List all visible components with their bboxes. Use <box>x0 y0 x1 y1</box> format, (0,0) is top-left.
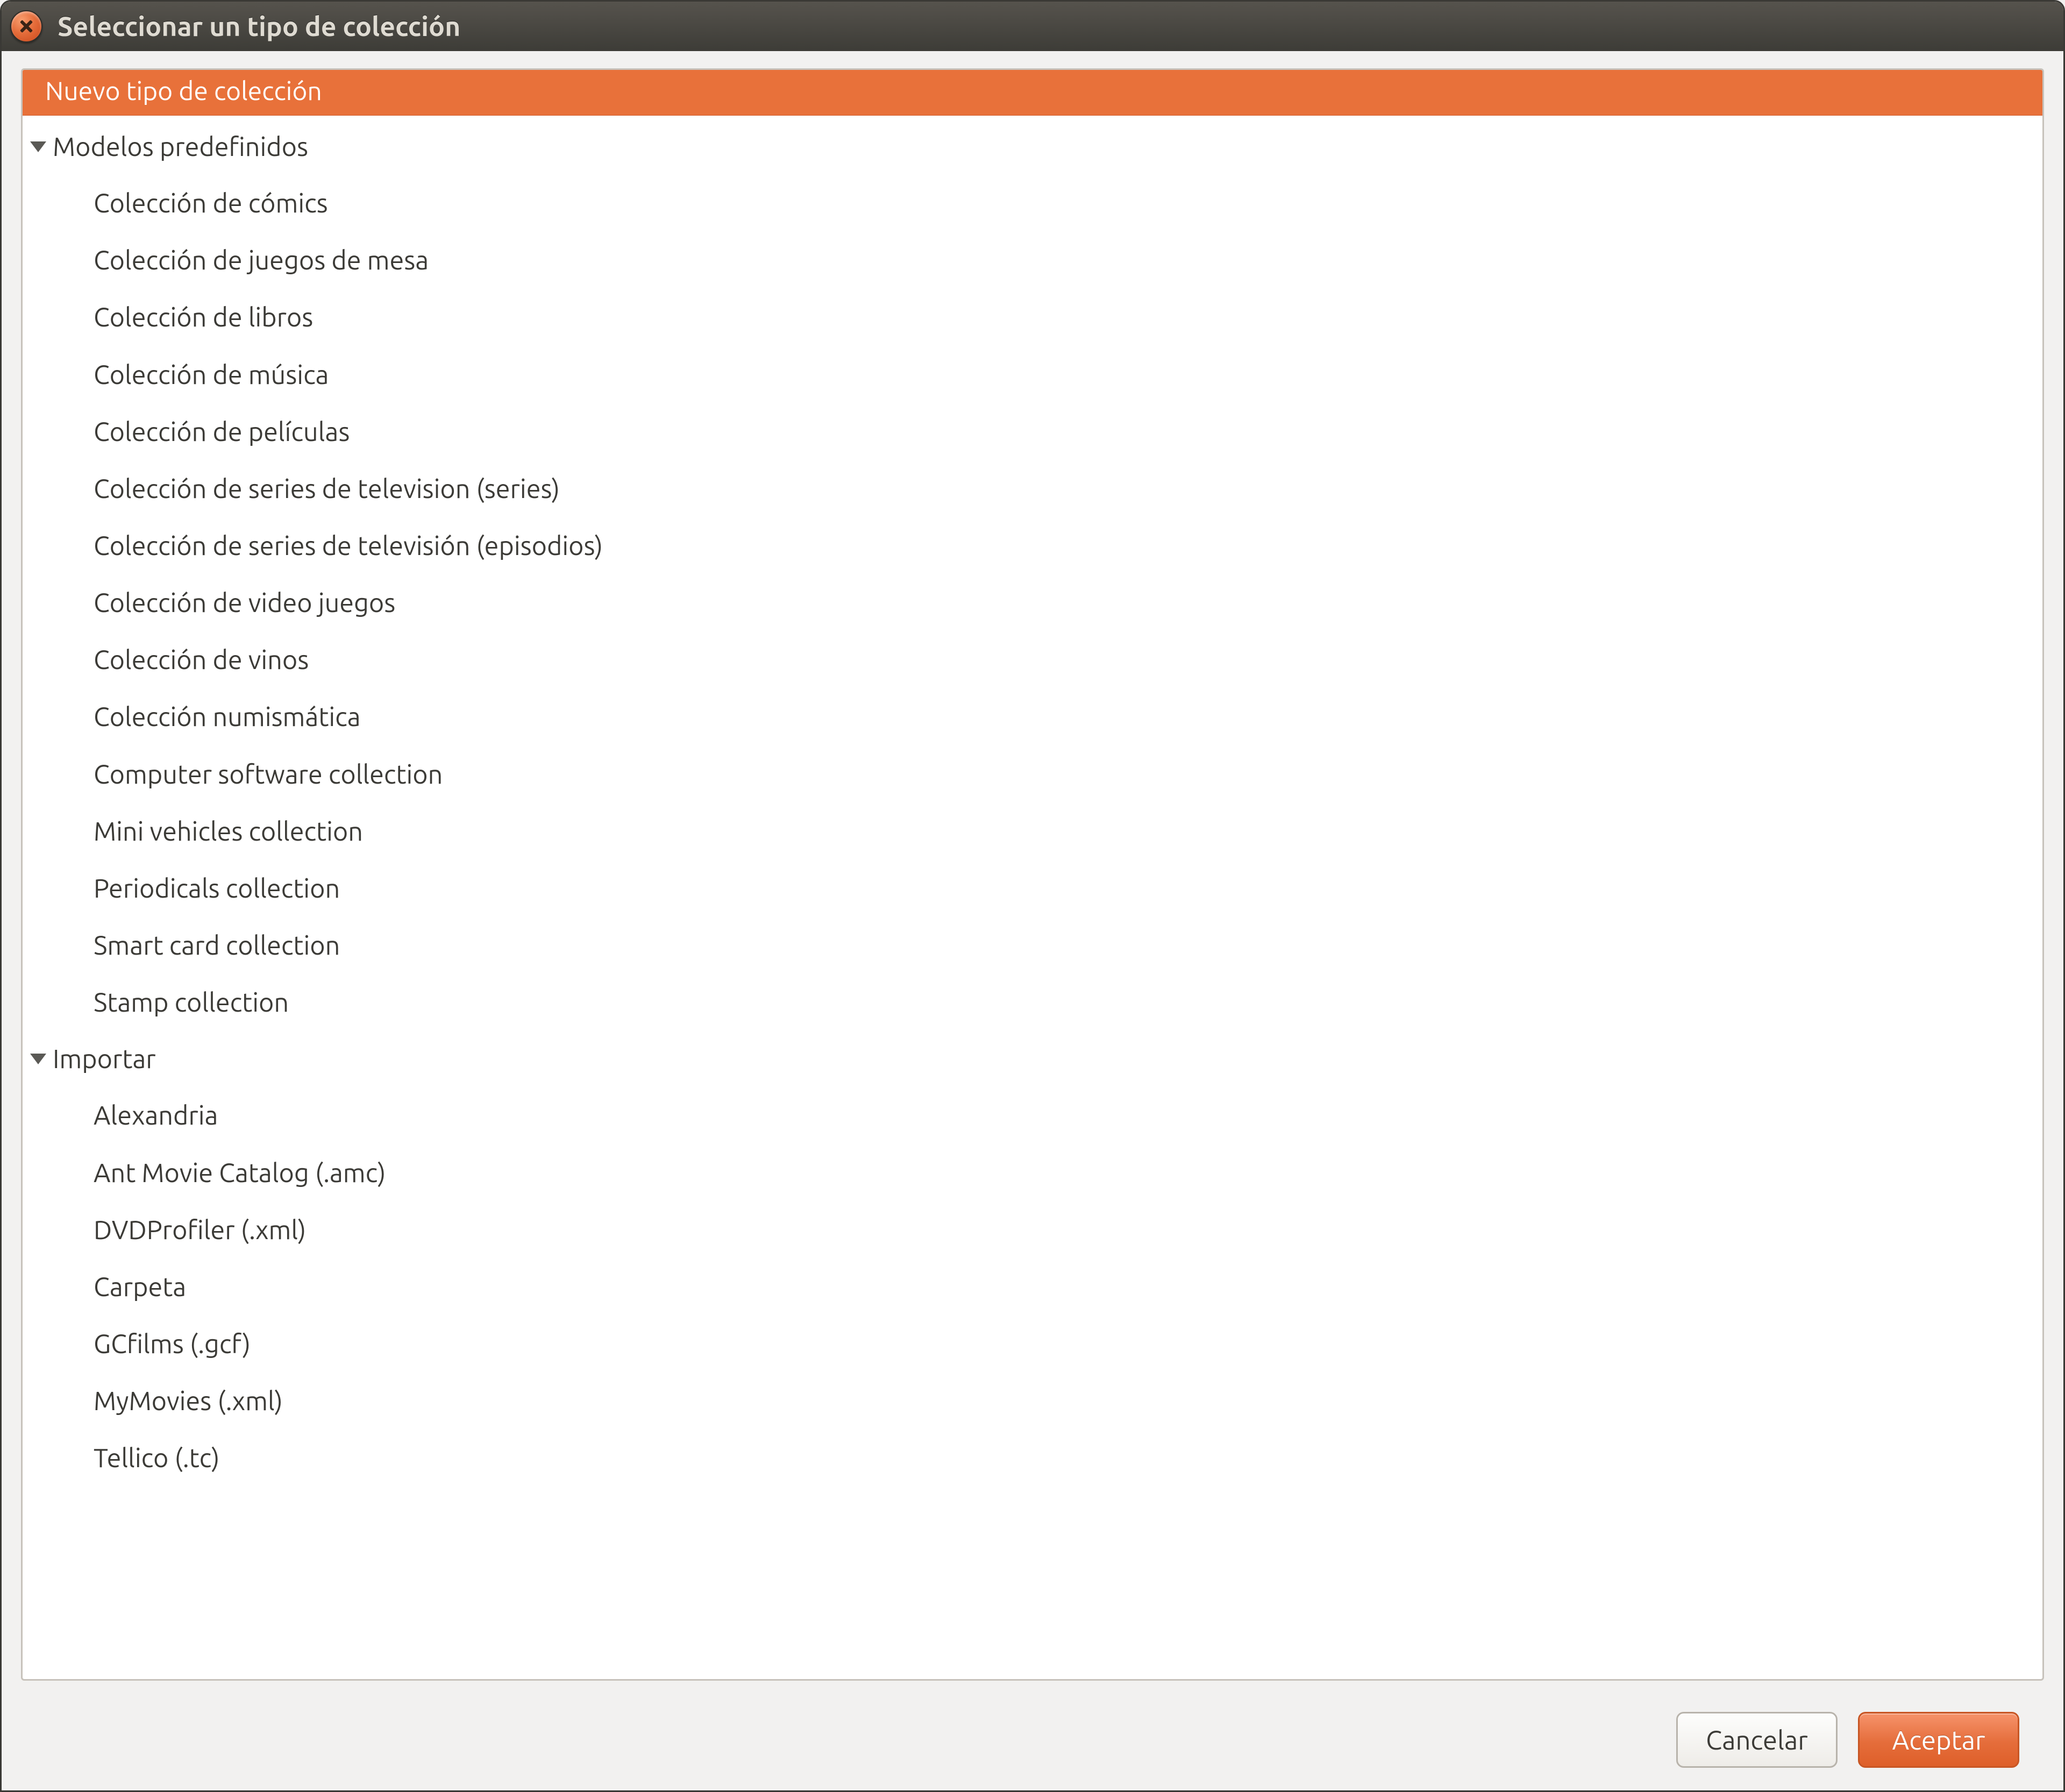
tree-item[interactable]: Smart card collection <box>23 917 2042 974</box>
close-icon[interactable] <box>10 10 42 42</box>
tree-item[interactable]: Mini vehicles collection <box>23 803 2042 860</box>
tree-group-label: Modelos predefinidos <box>53 122 308 172</box>
tree-item[interactable]: Colección de series de television (serie… <box>23 460 2042 517</box>
tree-item[interactable]: Colección de cómics <box>23 175 2042 232</box>
tree-item[interactable]: DVDProfiler (.xml) <box>23 1201 2042 1258</box>
titlebar: Seleccionar un tipo de colección <box>2 2 2063 51</box>
accept-button[interactable]: Aceptar <box>1858 1712 2019 1768</box>
collection-tree[interactable]: Nuevo tipo de colección Modelos predefin… <box>21 68 2044 1681</box>
dialog-button-bar: Cancelar Aceptar <box>21 1681 2044 1790</box>
tree-body: Modelos predefinidos Colección de cómics… <box>23 116 2042 1503</box>
tree-item[interactable]: Colección de series de televisión (episo… <box>23 517 2042 574</box>
cancel-button[interactable]: Cancelar <box>1676 1712 1838 1768</box>
tree-item[interactable]: Tellico (.tc) <box>23 1430 2042 1487</box>
tree-item[interactable]: Ant Movie Catalog (.amc) <box>23 1144 2042 1201</box>
dialog-content: Nuevo tipo de colección Modelos predefin… <box>2 51 2063 1790</box>
window-title: Seleccionar un tipo de colección <box>58 11 460 41</box>
tree-item[interactable]: Colección numismática <box>23 688 2042 745</box>
tree-group-predefined-models[interactable]: Modelos predefinidos <box>23 119 2042 175</box>
tree-item[interactable]: Colección de música <box>23 346 2042 403</box>
tree-item[interactable]: Colección de libros <box>23 289 2042 346</box>
tree-item[interactable]: Stamp collection <box>23 974 2042 1031</box>
tree-item[interactable]: Colección de películas <box>23 403 2042 460</box>
tree-item[interactable]: Colección de juegos de mesa <box>23 232 2042 289</box>
tree-item[interactable]: Computer software collection <box>23 746 2042 803</box>
chevron-down-icon <box>30 141 46 152</box>
tree-group-label: Importar <box>53 1034 156 1084</box>
tree-column-header[interactable]: Nuevo tipo de colección <box>23 70 2042 116</box>
tree-item[interactable]: Colección de video juegos <box>23 574 2042 631</box>
tree-item[interactable]: MyMovies (.xml) <box>23 1373 2042 1430</box>
tree-group-import[interactable]: Importar <box>23 1031 2042 1087</box>
tree-item[interactable]: GCfilms (.gcf) <box>23 1315 2042 1373</box>
dialog-window: Seleccionar un tipo de colección Nuevo t… <box>0 0 2065 1792</box>
tree-item[interactable]: Periodicals collection <box>23 860 2042 917</box>
tree-item[interactable]: Alexandria <box>23 1087 2042 1144</box>
chevron-down-icon <box>30 1054 46 1064</box>
tree-item[interactable]: Colección de vinos <box>23 631 2042 688</box>
tree-item[interactable]: Carpeta <box>23 1258 2042 1315</box>
